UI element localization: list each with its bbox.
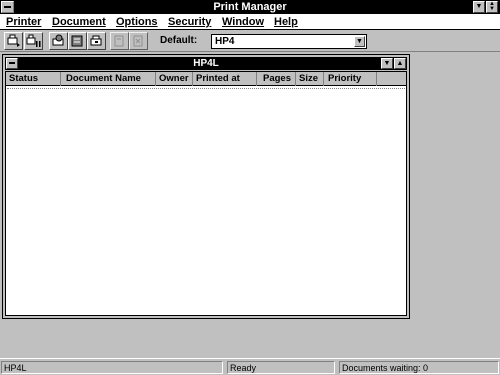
menu-bar: Printer Document Options Security Window… — [0, 14, 500, 30]
column-header-status[interactable]: Status — [6, 72, 61, 86]
mdi-workspace: HP4L ▼ ▲ Status Document Name Owner Prin… — [0, 53, 500, 358]
pause-printer-button[interactable] — [24, 32, 43, 50]
connect-printer-button[interactable] — [4, 32, 23, 50]
column-header-owner[interactable]: Owner — [156, 72, 193, 86]
column-header-size[interactable]: Size — [296, 72, 324, 86]
minimize-icon: ▼ — [383, 60, 391, 67]
default-printer-dropdown[interactable]: HP4 ▼ — [211, 34, 367, 49]
pause-document-icon — [114, 35, 124, 47]
status-bar: HP4L Ready Documents waiting: 0 — [0, 358, 500, 375]
delete-document-button[interactable] — [129, 32, 148, 50]
printer-setup-button[interactable] — [87, 32, 106, 50]
document-details-button[interactable] — [68, 32, 87, 50]
document-details-icon — [71, 35, 83, 47]
minimize-button[interactable]: ▼ — [473, 1, 485, 13]
menu-document[interactable]: Document — [51, 15, 107, 29]
menu-help[interactable]: Help — [273, 15, 299, 29]
maximize-icon: ▲ — [396, 60, 404, 67]
menu-window[interactable]: Window — [221, 15, 265, 29]
default-printer-label: Default: — [160, 35, 198, 46]
menu-printer[interactable]: Printer — [5, 15, 42, 29]
dropdown-arrow-icon[interactable]: ▼ — [354, 36, 365, 47]
queue-window-maximize-button[interactable]: ▲ — [394, 58, 406, 69]
status-documents-waiting: Documents waiting: 0 — [339, 361, 499, 374]
app-title: Print Manager — [213, 1, 287, 13]
status-printer-state: Ready — [227, 361, 335, 374]
column-header-priority[interactable]: Priority — [325, 72, 377, 86]
printer-properties-icon — [52, 34, 64, 46]
printer-setup-icon — [90, 35, 102, 46]
column-header-row: Status Document Name Owner Printed at Pa… — [6, 72, 406, 86]
status-printer-name: HP4L — [1, 361, 223, 374]
pause-document-button[interactable] — [110, 32, 129, 50]
focus-row-indicator — [7, 88, 405, 89]
print-queue-list[interactable]: Status Document Name Owner Printed at Pa… — [5, 71, 407, 316]
delete-document-icon — [133, 35, 143, 47]
toolbar: Default: HP4 ▼ — [0, 31, 500, 52]
restore-icon: ▲ ▼ — [489, 1, 495, 12]
queue-window-title: HP4L — [193, 58, 219, 69]
restore-button[interactable]: ▲ ▼ — [486, 1, 498, 13]
queue-window-minimize-button[interactable]: ▼ — [381, 58, 393, 69]
connect-printer-icon — [7, 34, 20, 47]
printer-queue-window: HP4L ▼ ▲ Status Document Name Owner Prin… — [2, 54, 410, 319]
pause-printer-icon — [26, 34, 41, 47]
menu-options[interactable]: Options — [115, 15, 159, 29]
printer-properties-button[interactable] — [49, 32, 68, 50]
column-header-pages[interactable]: Pages — [260, 72, 296, 86]
menu-security[interactable]: Security — [167, 15, 212, 29]
minimize-icon: ▼ — [475, 3, 483, 10]
app-title-bar: Print Manager ▼ ▲ ▼ — [0, 0, 500, 14]
column-header-document-name[interactable]: Document Name — [63, 72, 156, 86]
column-header-printed-at[interactable]: Printed at — [193, 72, 257, 86]
queue-window-title-bar: HP4L ▼ ▲ — [5, 57, 407, 70]
default-printer-value: HP4 — [215, 36, 235, 47]
